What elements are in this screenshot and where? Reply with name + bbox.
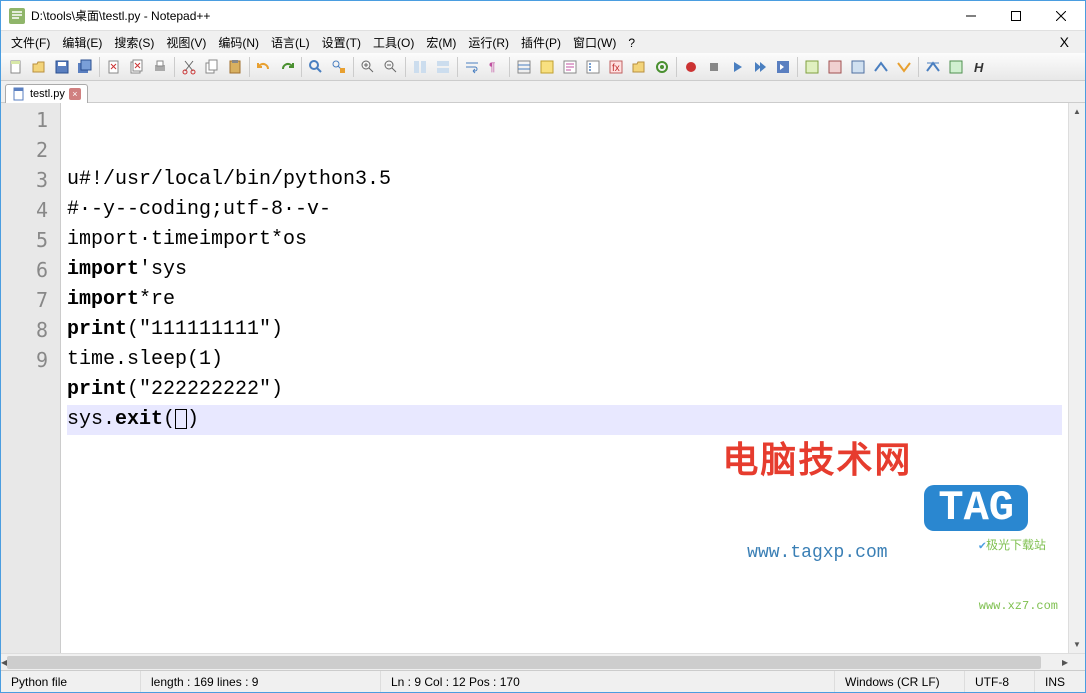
menu-item[interactable]: 窗口(W) [567,34,622,52]
redo-icon[interactable] [276,56,298,78]
replace-icon[interactable] [328,56,350,78]
vertical-scrollbar[interactable]: ▲ ▼ [1068,103,1085,653]
statusbar: Python file length : 169 lines : 9 Ln : … [1,670,1085,692]
status-language: Python file [1,671,141,692]
menu-item[interactable]: 编码(N) [212,34,265,52]
close-button[interactable] [1038,2,1083,30]
titlebar: D:\tools\桌面\testl.py - Notepad++ [1,1,1085,31]
menu-item[interactable]: 插件(P) [515,34,567,52]
code-line[interactable]: u#!/usr/local/bin/python3.5 [67,165,1062,195]
zoom-out-icon[interactable] [380,56,402,78]
scroll-down-icon[interactable]: ▼ [1069,636,1085,653]
line-number-gutter: 123456789 [1,103,61,653]
find-icon[interactable] [305,56,327,78]
close-file-icon[interactable] [103,56,125,78]
menu-item[interactable]: 宏(M) [420,34,462,52]
show-all-chars-icon[interactable]: ¶ [484,56,506,78]
zoom-in-icon[interactable] [357,56,379,78]
code-line[interactable]: import*re [67,285,1062,315]
horizontal-scrollbar[interactable]: ◀ ▶ [1,653,1085,670]
app-icon [9,8,25,24]
svg-text:H: H [974,60,984,75]
menu-item[interactable]: ? [622,34,641,52]
cut-icon[interactable] [178,56,200,78]
svg-text:¶: ¶ [489,60,495,74]
code-line[interactable]: print("222222222") [67,375,1062,405]
status-position: Ln : 9 Col : 12 Pos : 170 [381,671,835,692]
wordwrap-icon[interactable] [461,56,483,78]
watermark-sub: ✔极光下载站 www.xz7.com [936,501,1058,651]
indent-guide-icon[interactable] [513,56,535,78]
tab-close-icon[interactable]: × [69,88,81,100]
toolbar-btn-e[interactable] [893,56,915,78]
status-length: length : 169 lines : 9 [141,671,381,692]
svg-text:fx: fx [612,63,620,74]
code-line[interactable]: sys.exit() [67,405,1062,435]
play-multi-icon[interactable] [749,56,771,78]
toolbar-btn-d[interactable] [870,56,892,78]
toolbar-btn-f[interactable] [922,56,944,78]
toolbar: ¶ fx H [1,53,1085,81]
save-all-icon[interactable] [74,56,96,78]
new-file-icon[interactable] [5,56,27,78]
code-line[interactable]: print("111111111") [67,315,1062,345]
code-line[interactable]: import·timeimport*os [67,225,1062,255]
save-icon[interactable] [51,56,73,78]
toolbar-btn-a[interactable] [801,56,823,78]
sync-v-icon[interactable] [409,56,431,78]
sync-h-icon[interactable] [432,56,454,78]
status-eol: Windows (CR LF) [835,671,965,692]
toolbar-btn-g[interactable] [945,56,967,78]
toolbar-btn-h[interactable]: H [968,56,990,78]
file-icon [12,87,26,101]
maximize-button[interactable] [993,2,1038,30]
scroll-up-icon[interactable]: ▲ [1069,103,1085,120]
status-encoding: UTF-8 [965,671,1035,692]
play-macro-icon[interactable] [726,56,748,78]
menu-item[interactable]: 工具(O) [367,34,420,52]
open-file-icon[interactable] [28,56,50,78]
folder-workspace-icon[interactable] [628,56,650,78]
menu-item[interactable]: 文件(F) [5,34,56,52]
status-insert-mode: INS [1035,671,1085,692]
window-title: D:\tools\桌面\testl.py - Notepad++ [31,7,948,24]
save-macro-icon[interactable] [772,56,794,78]
function-list-icon[interactable]: fx [605,56,627,78]
menu-item[interactable]: 视图(V) [160,34,212,52]
close-all-icon[interactable] [126,56,148,78]
minimize-button[interactable] [948,2,993,30]
menu-item[interactable]: 编辑(E) [56,34,108,52]
tab-label: testl.py [30,88,65,100]
user-lang-icon[interactable] [536,56,558,78]
doc-map-icon[interactable] [559,56,581,78]
editor-area: 123456789 u#!/usr/local/bin/python3.5#·-… [1,103,1085,653]
doc-list-icon[interactable] [582,56,604,78]
menu-item[interactable]: 运行(R) [462,34,515,52]
code-line[interactable]: import'sys [67,255,1062,285]
toolbar-btn-c[interactable] [847,56,869,78]
menubar-close-icon[interactable]: X [1048,34,1081,50]
code-editor[interactable]: u#!/usr/local/bin/python3.5#·-y--coding;… [61,103,1068,653]
toolbar-btn-b[interactable] [824,56,846,78]
monitor-icon[interactable] [651,56,673,78]
code-line[interactable]: time.sleep(1) [67,345,1062,375]
print-icon[interactable] [149,56,171,78]
record-macro-icon[interactable] [680,56,702,78]
paste-icon[interactable] [224,56,246,78]
file-tab-testl[interactable]: testl.py × [5,84,88,103]
undo-icon[interactable] [253,56,275,78]
menu-item[interactable]: 语言(L) [265,34,316,52]
code-line[interactable]: #·-y--coding;utf-8·-v- [67,195,1062,225]
menubar: 文件(F)编辑(E)搜索(S)视图(V)编码(N)语言(L)设置(T)工具(O)… [1,31,1085,53]
menu-item[interactable]: 搜索(S) [108,34,160,52]
copy-icon[interactable] [201,56,223,78]
stop-macro-icon[interactable] [703,56,725,78]
tabbar: testl.py × [1,81,1085,103]
menu-item[interactable]: 设置(T) [316,34,367,52]
